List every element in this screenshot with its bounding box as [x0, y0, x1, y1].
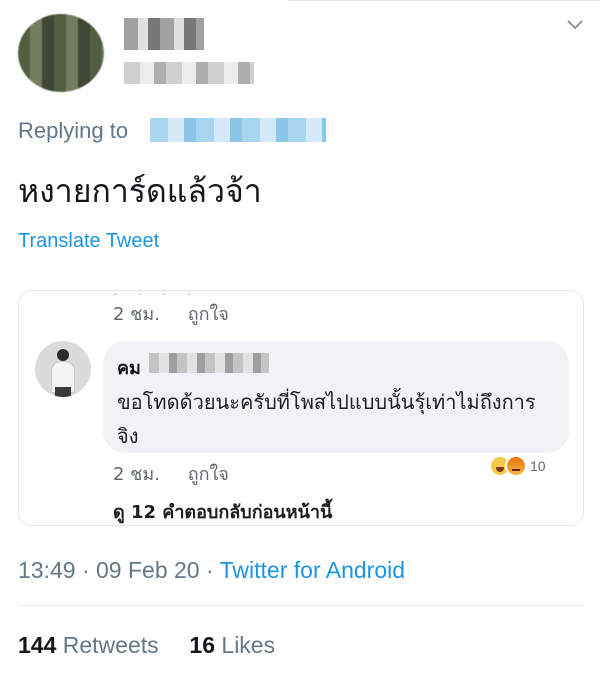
commenter-avatar — [35, 341, 91, 397]
previous-comment-meta: 2 ชม. ถูกใจ — [113, 299, 251, 328]
top-divider — [287, 0, 600, 1]
author-name-blurred[interactable] — [124, 18, 204, 50]
author-handle-blurred — [124, 62, 254, 84]
tweet-text: หงายการ์ดแล้วจ้า — [18, 172, 262, 210]
comment-like: ถูกใจ — [187, 464, 229, 485]
commenter-name-blurred — [149, 353, 269, 373]
reaction-count: 10 — [530, 458, 546, 474]
comment-meta: 2 ชม. ถูกใจ — [113, 459, 251, 488]
comment-reactions: 10 — [489, 453, 546, 479]
likes-count: 16 — [189, 632, 216, 658]
previous-comment-time: 2 ชม. — [113, 304, 160, 325]
replying-to-label: Replying to — [18, 118, 129, 143]
tweet-client-link[interactable]: Twitter for Android — [220, 557, 405, 583]
reply-handle-blurred[interactable] — [150, 118, 326, 142]
likes-stat[interactable]: 16 Likes — [189, 632, 275, 658]
tweet-date: 09 Feb 20 — [96, 557, 200, 583]
commenter-name: คม — [117, 358, 141, 379]
comment-time: 2 ชม. — [113, 464, 160, 485]
retweets-label: Retweets — [62, 632, 159, 658]
translate-tweet-link[interactable]: Translate Tweet — [18, 230, 159, 253]
tweet-timestamp: 13:49 · 09 Feb 20 · Twitter for Android — [18, 557, 405, 584]
author-avatar[interactable] — [18, 14, 104, 92]
tweet-stats: 144 Retweets 16 Likes — [18, 632, 275, 659]
previous-comment-like: ถูกใจ — [187, 304, 229, 325]
comment-bubble: คม ขอโทดด้วยนะครับที่โพสไปแบบนั้นรุ้เท่า… — [103, 341, 569, 453]
comment-text: ขอโทดด้วยนะครับที่โพสไปแบบนั้นรุ้เท่าไม่… — [117, 390, 536, 448]
tweet-time: 13:49 — [18, 557, 76, 583]
retweets-count: 144 — [18, 632, 57, 658]
embedded-comment-screenshot[interactable]: · · · · 2 ชม. ถูกใจ คม ขอโทดด้วยนะครับที… — [18, 290, 584, 526]
retweets-stat[interactable]: 144 Retweets — [18, 632, 159, 658]
angry-icon — [505, 455, 527, 477]
separator-2: · — [206, 557, 214, 583]
separator-1: · — [81, 557, 90, 583]
view-previous-replies: ดู 12 คำตอบกลับก่อนหน้านี้ — [113, 502, 333, 523]
chevron-down-icon[interactable] — [566, 18, 584, 32]
likes-label: Likes — [221, 632, 276, 658]
stats-divider — [18, 605, 584, 606]
